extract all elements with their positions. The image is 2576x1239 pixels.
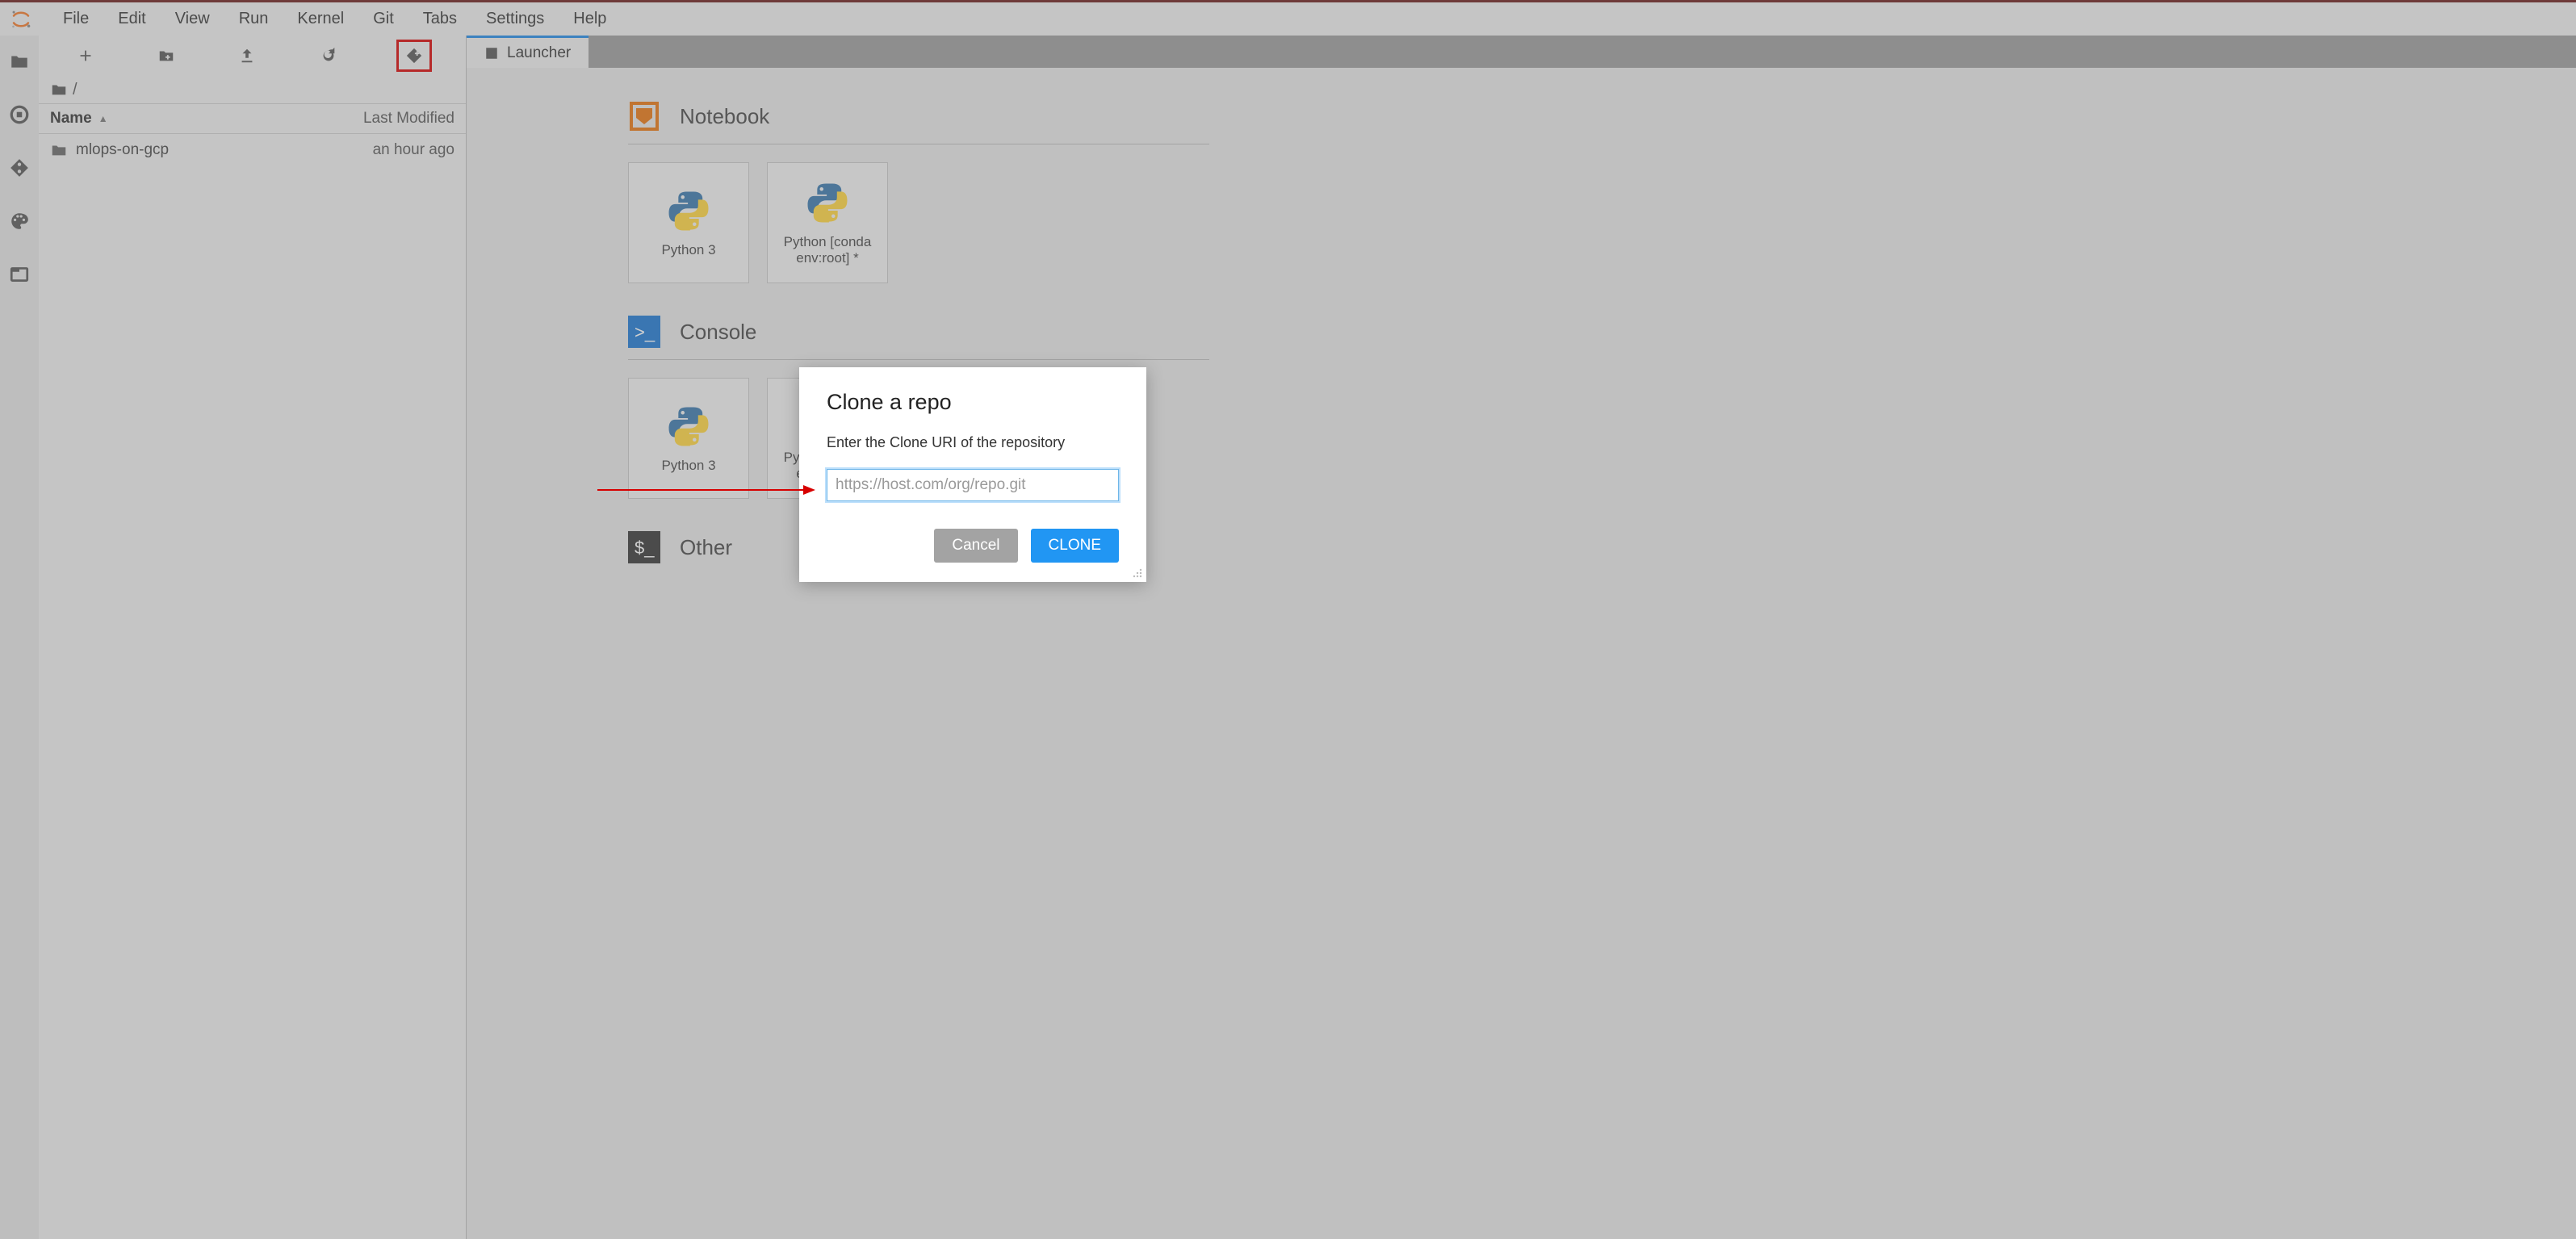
git-icon[interactable] (8, 157, 31, 179)
tab-launcher[interactable]: Launcher (467, 36, 589, 68)
card-python3-notebook[interactable]: Python 3 (628, 162, 749, 283)
new-launcher-icon[interactable] (73, 43, 98, 69)
clone-button[interactable]: CLONE (1031, 529, 1119, 563)
refresh-icon[interactable] (316, 43, 341, 69)
menu-edit[interactable]: Edit (103, 5, 160, 33)
card-label: Python 3 (661, 242, 715, 258)
tabs-icon[interactable] (8, 263, 31, 286)
dialog-subtitle: Enter the Clone URI of the repository (827, 434, 1119, 451)
menu-git[interactable]: Git (358, 5, 408, 33)
section-title: Console (680, 320, 756, 345)
file-name: mlops-on-gcp (76, 141, 169, 159)
tab-label: Launcher (507, 44, 571, 62)
terminal-icon: $_ (628, 531, 660, 563)
card-conda-notebook[interactable]: Python [conda env:root] * (767, 162, 888, 283)
clone-uri-input[interactable] (827, 469, 1119, 501)
menu-run[interactable]: Run (224, 5, 283, 33)
breadcrumb-root: / (73, 81, 77, 99)
menu-tabs[interactable]: Tabs (408, 5, 471, 33)
menu-help[interactable]: Help (559, 5, 621, 33)
col-modified-label[interactable]: Last Modified (363, 110, 454, 128)
notebook-icon (628, 100, 660, 132)
menu-kernel[interactable]: Kernel (283, 5, 358, 33)
menu-view[interactable]: View (161, 5, 224, 33)
new-folder-icon[interactable] (153, 43, 179, 69)
clone-repo-dialog: Clone a repo Enter the Clone URI of the … (799, 367, 1146, 582)
console-icon: >_ (628, 316, 660, 348)
file-row[interactable]: mlops-on-gcp an hour ago (39, 134, 466, 166)
palette-icon[interactable] (8, 210, 31, 232)
menu-file[interactable]: File (48, 5, 103, 33)
file-modified: an hour ago (373, 141, 454, 159)
file-list-header: Name ▲ Last Modified (39, 103, 466, 134)
col-name-label[interactable]: Name (50, 110, 92, 128)
cancel-button[interactable]: Cancel (934, 529, 1017, 563)
activity-bar (0, 36, 39, 1239)
file-browser: / Name ▲ Last Modified mlops-on-gcp an h… (39, 36, 467, 1239)
dialog-title: Clone a repo (827, 390, 1119, 415)
breadcrumb[interactable]: / (39, 76, 466, 103)
menubar: File Edit View Run Kernel Git Tabs Setti… (0, 0, 2576, 36)
running-icon[interactable] (8, 103, 31, 126)
menu-settings[interactable]: Settings (471, 5, 559, 33)
section-notebook: Notebook Python 3 Python [conda env:root… (628, 100, 2576, 283)
file-browser-toolbar (39, 36, 466, 76)
svg-text:$_: $_ (635, 538, 655, 558)
sort-asc-icon: ▲ (98, 113, 108, 124)
card-label: Python [conda env:root] * (774, 234, 881, 266)
section-title: Other (680, 535, 732, 560)
card-python3-console[interactable]: Python 3 (628, 378, 749, 499)
resize-grip-icon[interactable] (1132, 567, 1143, 579)
upload-icon[interactable] (234, 43, 260, 69)
jupyter-logo-icon (6, 5, 36, 34)
main-area: Launcher Notebook Python 3 (467, 36, 2576, 1239)
section-title: Notebook (680, 104, 769, 129)
launcher: Notebook Python 3 Python [conda env:root… (467, 68, 2576, 1239)
folder-icon (50, 141, 68, 159)
svg-text:>_: >_ (635, 322, 656, 342)
folder-icon[interactable] (8, 50, 31, 73)
git-clone-icon[interactable] (396, 40, 432, 72)
card-label: Python 3 (661, 458, 715, 474)
tabbar: Launcher (467, 36, 2576, 68)
